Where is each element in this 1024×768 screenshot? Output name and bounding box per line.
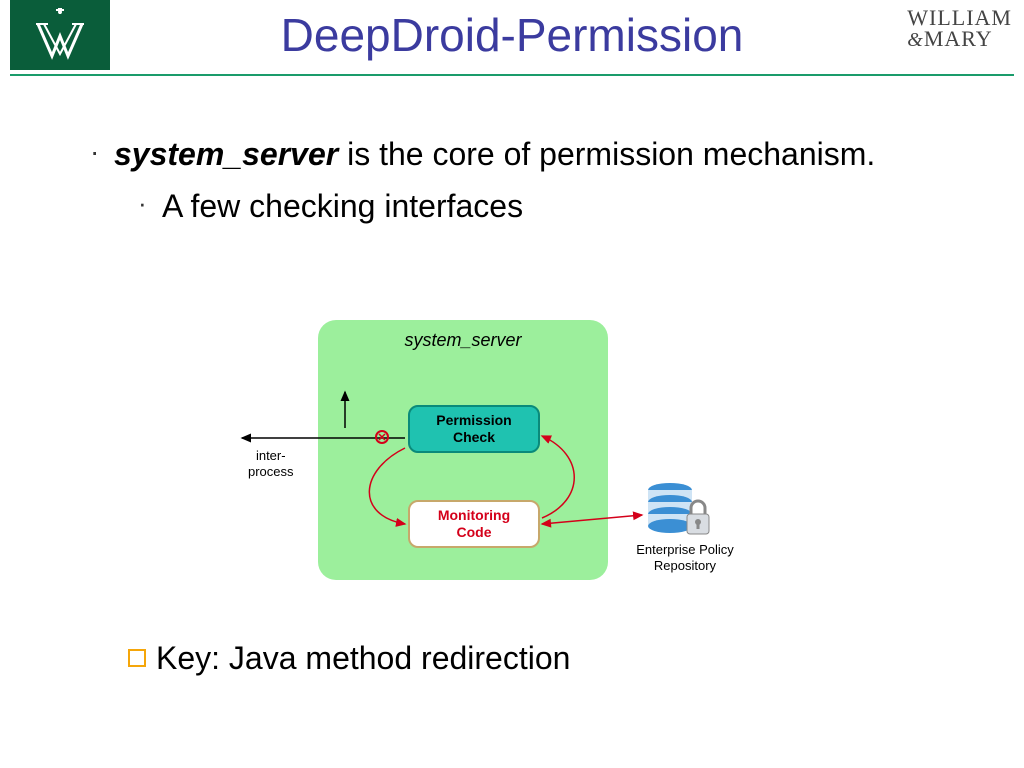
architecture-diagram: system_server PermissionCheck Monitoring… <box>230 320 770 610</box>
bullet1-text: is the core of permission mechanism. <box>338 136 875 172</box>
system-server-label: system_server <box>318 330 608 351</box>
wm-line2: &MARY <box>907 29 1012 50</box>
slide-title: DeepDroid-Permission <box>0 8 1024 62</box>
bullet1-emphasis: system_server <box>114 136 338 172</box>
repository-label: Enterprise PolicyRepository <box>620 542 750 573</box>
bullet-level1: system_server is the core of permission … <box>90 130 964 180</box>
header-rule <box>10 74 1014 76</box>
content-area: system_server is the core of permission … <box>90 130 964 225</box>
wm-wordmark-logo: WILLIAM &MARY <box>907 8 1012 50</box>
key-text: Key: Java method redirection <box>156 640 570 676</box>
bullet-level2: A few checking interfaces <box>138 188 964 225</box>
slide-header: DeepDroid-Permission WILLIAM &MARY <box>0 0 1024 78</box>
database-icon <box>645 480 715 540</box>
square-bullet-icon <box>128 649 146 667</box>
stop-icon: ✕ <box>375 430 389 444</box>
monitoring-code-box: MonitoringCode <box>408 500 540 548</box>
permission-check-box: PermissionCheck <box>408 405 540 453</box>
key-bullet: Key: Java method redirection <box>128 640 570 677</box>
inter-process-label: inter-process <box>248 448 294 479</box>
